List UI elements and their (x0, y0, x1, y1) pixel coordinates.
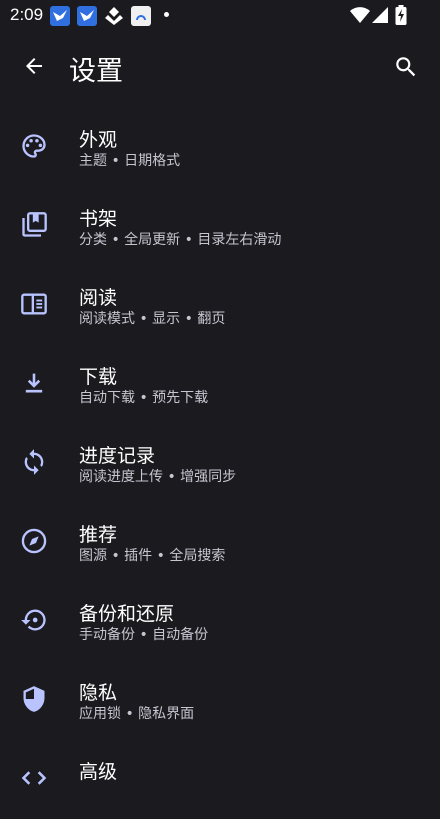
settings-item-backup[interactable]: 备份和还原 手动备份 • 自动备份 (0, 582, 440, 661)
search-button[interactable] (386, 47, 426, 87)
bird-app-notification-icon (50, 6, 70, 26)
settings-item-appearance[interactable]: 外观 主题 • 日期格式 (0, 108, 440, 187)
settings-item-library[interactable]: 书架 分类 • 全局更新 • 目录左右滑动 (0, 187, 440, 266)
bird-app-notification-icon-2 (77, 6, 97, 26)
settings-item-title: 书架 (79, 208, 118, 230)
reader-icon (20, 290, 48, 318)
status-bar: 2:09 (0, 0, 440, 32)
settings-item-subtitle: 阅读模式 • 显示 • 翻页 (79, 311, 226, 327)
settings-item-title: 备份和还原 (79, 603, 175, 625)
settings-item-browse[interactable]: 推荐 图源 • 插件 • 全局搜索 (0, 503, 440, 582)
settings-item-subtitle: 自动下载 • 预先下载 (79, 390, 209, 406)
settings-item-subtitle: 分类 • 全局更新 • 目录左右滑动 (79, 232, 282, 248)
settings-item-subtitle: 阅读进度上传 • 增强同步 (79, 469, 237, 485)
settings-item-title: 下载 (79, 366, 118, 388)
settings-item-title: 隐私 (79, 682, 118, 704)
battery-charging-icon (395, 5, 407, 29)
settings-item-title: 推荐 (79, 524, 118, 546)
app-bar: 设置 (0, 32, 440, 104)
library-icon (20, 211, 48, 239)
cell-signal-icon (372, 7, 388, 27)
settings-list: 外观 主题 • 日期格式 书架 分类 • 全局更新 • 目录左右滑动 阅读 阅读… (0, 108, 440, 819)
settings-item-title: 进度记录 (79, 445, 156, 467)
settings-item-title: 阅读 (79, 287, 118, 309)
wifi-icon (350, 7, 370, 27)
settings-item-advanced[interactable]: 高级 (0, 740, 440, 819)
search-icon (396, 57, 416, 77)
cloud-app-notification-icon (131, 6, 151, 26)
settings-item-downloads[interactable]: 下载 自动下载 • 预先下载 (0, 345, 440, 424)
settings-item-title: 高级 (79, 761, 118, 783)
settings-item-subtitle: 图源 • 插件 • 全局搜索 (79, 548, 226, 564)
settings-item-subtitle: 手动备份 • 自动备份 (79, 627, 209, 643)
sync-icon (20, 448, 48, 476)
back-button[interactable] (14, 46, 54, 86)
compass-icon (20, 527, 48, 555)
code-icon (20, 764, 48, 792)
settings-item-title: 外观 (79, 129, 118, 151)
palette-icon (20, 132, 48, 160)
restore-icon (20, 606, 48, 634)
settings-item-subtitle: 主题 • 日期格式 (79, 153, 181, 169)
settings-item-subtitle: 应用锁 • 隐私界面 (79, 706, 195, 722)
status-time: 2:09 (10, 5, 44, 24)
download-icon (20, 369, 48, 397)
settings-item-tracking[interactable]: 进度记录 阅读进度上传 • 增强同步 (0, 424, 440, 503)
arrow-back-icon (26, 58, 42, 74)
settings-item-reader[interactable]: 阅读 阅读模式 • 显示 • 翻页 (0, 266, 440, 345)
more-notifications-dot-icon (164, 12, 169, 17)
page-title: 设置 (69, 56, 123, 87)
shield-icon (20, 685, 48, 713)
settings-item-security[interactable]: 隐私 应用锁 • 隐私界面 (0, 661, 440, 740)
diamond-app-notification-icon (104, 6, 124, 30)
